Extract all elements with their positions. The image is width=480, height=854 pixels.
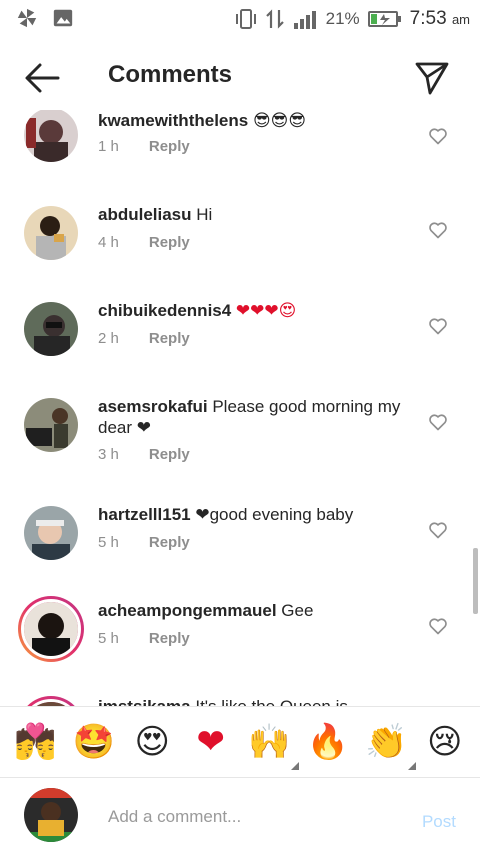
emoji-glyph: 😢 bbox=[427, 722, 463, 762]
arrow-left-icon[interactable] bbox=[22, 60, 62, 96]
comment-meta: 5 h Reply bbox=[98, 534, 190, 551]
battery-charging-icon bbox=[367, 11, 401, 27]
paper-plane-icon[interactable] bbox=[414, 60, 450, 96]
comment-time: 4 h bbox=[98, 234, 119, 251]
avatar-story-ring[interactable] bbox=[18, 596, 84, 662]
comment-composer: Post bbox=[0, 778, 480, 854]
comment-meta: 5 h Reply bbox=[98, 630, 190, 647]
star-struck-emoji[interactable]: 🤩 bbox=[70, 718, 118, 766]
comment-username[interactable]: acheampongemmauel bbox=[98, 601, 277, 620]
avatar-story-ring[interactable] bbox=[18, 696, 84, 706]
comment-text: hartzelll151 ❤good evening baby bbox=[98, 504, 418, 525]
comment-text: kwamewiththelens 😎😎😎 bbox=[98, 110, 418, 131]
comment-time: 2 h bbox=[98, 330, 119, 347]
heart-icon[interactable] bbox=[428, 412, 448, 432]
comment-message: ❤❤❤😍 bbox=[231, 301, 297, 320]
comment-time: 5 h bbox=[98, 534, 119, 551]
comment-username[interactable]: imstsikama bbox=[98, 697, 191, 706]
scrollbar-thumb[interactable] bbox=[473, 548, 478, 614]
comment-username[interactable]: chibuikedennis4 bbox=[98, 301, 231, 320]
gallery-icon bbox=[53, 9, 73, 27]
page-title: Comments bbox=[108, 61, 233, 88]
comment-username[interactable]: hartzelll151 bbox=[98, 505, 191, 524]
emoji-glyph: 👏 bbox=[365, 722, 408, 762]
raising-hands-emoji[interactable]: 🙌 bbox=[245, 718, 300, 770]
heart-icon[interactable] bbox=[428, 316, 448, 336]
heart-icon[interactable] bbox=[428, 220, 448, 240]
skin-tone-indicator-icon bbox=[408, 762, 417, 770]
comment-username[interactable]: abduleliasu bbox=[98, 205, 192, 224]
comment-input[interactable] bbox=[108, 804, 408, 830]
emoji-glyph: 😍 bbox=[134, 722, 170, 762]
reply-button[interactable]: Reply bbox=[149, 534, 190, 551]
post-button[interactable]: Post bbox=[422, 812, 456, 832]
comment-meta: 2 h Reply bbox=[98, 330, 190, 347]
comment-text: imstsikama It's like the Queen is bbox=[98, 696, 418, 706]
pinwheel-icon bbox=[17, 8, 37, 28]
signal-icon bbox=[293, 11, 316, 29]
avatar[interactable] bbox=[24, 398, 78, 452]
comment-username[interactable]: asemsrokafui bbox=[98, 397, 208, 416]
avatar[interactable] bbox=[24, 302, 78, 356]
comment-message: 😎😎😎 bbox=[248, 111, 307, 130]
comment-time: 3 h bbox=[98, 446, 119, 463]
heart-icon[interactable] bbox=[428, 520, 448, 540]
comment-message: Hi bbox=[191, 205, 213, 224]
comment-text: chibuikedennis4 ❤❤❤😍 bbox=[98, 300, 418, 321]
crying-face-emoji[interactable]: 😢 bbox=[421, 718, 469, 766]
data-arrows-icon bbox=[265, 9, 284, 29]
header: Comments bbox=[0, 40, 480, 110]
comment-text: abduleliasu Hi bbox=[98, 204, 418, 225]
comment-message: It's like the Queen is bbox=[191, 697, 348, 706]
comment-meta: 4 h Reply bbox=[98, 234, 190, 251]
status-time: 7:53 am bbox=[409, 8, 470, 29]
vibrate-icon bbox=[235, 9, 256, 29]
comment-message: Gee bbox=[276, 601, 314, 620]
heart-icon[interactable] bbox=[428, 126, 448, 146]
emoji-glyph: 💏 bbox=[14, 722, 57, 762]
reply-button[interactable]: Reply bbox=[149, 446, 190, 463]
comment-username[interactable]: kwamewiththelens bbox=[98, 111, 248, 130]
couple-kiss-emoji[interactable]: 💏 bbox=[11, 718, 59, 766]
reply-button[interactable]: Reply bbox=[149, 330, 190, 347]
reply-button[interactable]: Reply bbox=[149, 234, 190, 251]
skin-tone-indicator-icon bbox=[291, 762, 300, 770]
emoji-glyph: 🤩 bbox=[72, 722, 115, 762]
battery-percent: 21% bbox=[325, 9, 360, 28]
comment-meta: 3 h Reply bbox=[98, 446, 190, 463]
my-avatar bbox=[24, 788, 78, 842]
status-bar: 21% 7:53 am bbox=[0, 0, 480, 38]
emoji-glyph: 🔥 bbox=[306, 722, 349, 762]
avatar[interactable] bbox=[24, 506, 78, 560]
heart-icon[interactable] bbox=[428, 616, 448, 636]
emoji-glyph: ❤ bbox=[196, 722, 226, 762]
reply-button[interactable]: Reply bbox=[149, 138, 190, 155]
avatar[interactable] bbox=[24, 206, 78, 260]
comment-message: ❤good evening baby bbox=[190, 505, 354, 524]
comment-text: asemsrokafui Please good morning my dear… bbox=[98, 396, 418, 438]
comment-meta: 1 h Reply bbox=[98, 138, 190, 155]
comment-text: acheampongemmauel Gee bbox=[98, 600, 418, 621]
reply-button[interactable]: Reply bbox=[149, 630, 190, 647]
red-heart-emoji[interactable]: ❤ bbox=[187, 718, 235, 766]
heart-eyes-emoji[interactable]: 😍 bbox=[128, 718, 176, 766]
comment-time: 1 h bbox=[98, 138, 119, 155]
comment-list[interactable]: kwamewiththelens 😎😎😎 1 h Reply abdulelia… bbox=[0, 110, 480, 706]
fire-emoji[interactable]: 🔥 bbox=[304, 718, 352, 766]
emoji-quick-bar: 💏 🤩 😍 ❤ 🙌 🔥 👏 😢 bbox=[0, 706, 480, 778]
comment-time: 5 h bbox=[98, 630, 119, 647]
clapping-hands-emoji[interactable]: 👏 bbox=[362, 718, 417, 770]
emoji-glyph: 🙌 bbox=[248, 722, 291, 762]
avatar[interactable] bbox=[24, 110, 78, 162]
